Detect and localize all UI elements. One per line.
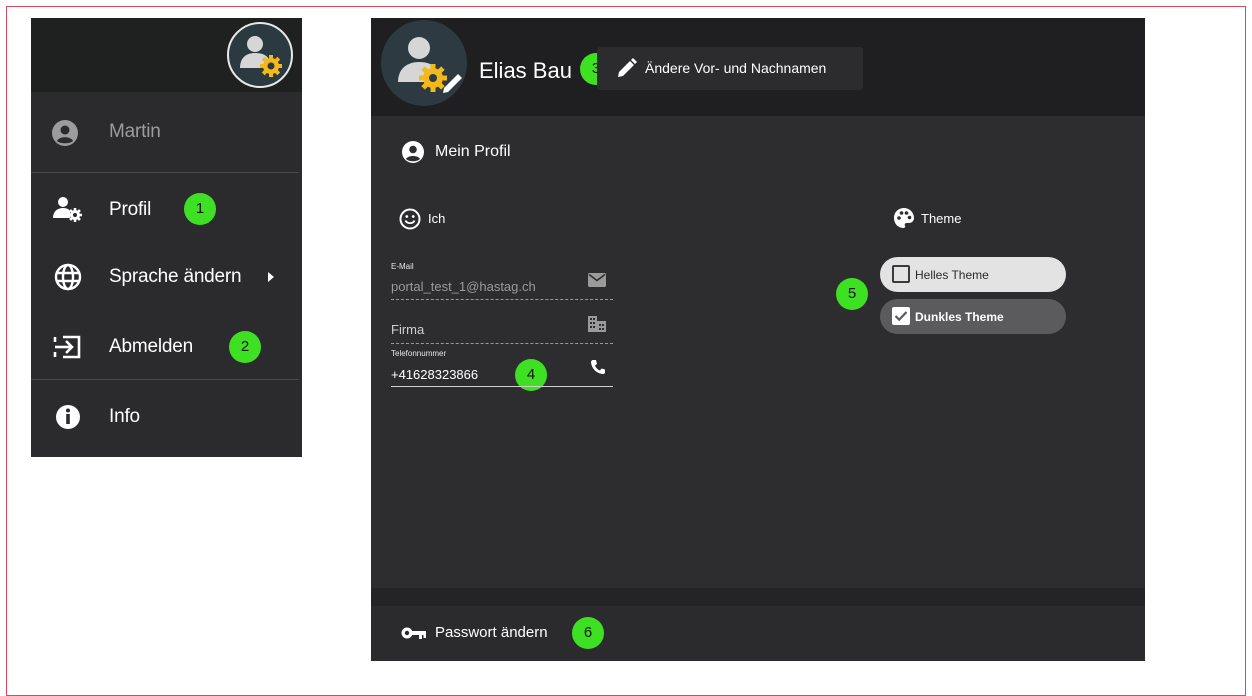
user-gear-avatar-icon bbox=[240, 36, 282, 77]
account-circle-icon bbox=[402, 141, 424, 163]
phone-underline bbox=[391, 386, 613, 387]
edit-name-button[interactable]: Ändere Vor- und Nachnamen bbox=[597, 47, 863, 90]
key-icon bbox=[401, 627, 426, 639]
profile-name: Elias Bau bbox=[479, 58, 572, 83]
account-circle-icon bbox=[52, 120, 78, 146]
info-icon bbox=[56, 405, 80, 429]
user-avatar-button[interactable] bbox=[227, 22, 293, 88]
profile-avatar[interactable] bbox=[381, 20, 467, 106]
email-value: portal_test_1@hastag.ch bbox=[391, 279, 536, 294]
email-label: E-Mail bbox=[391, 262, 414, 271]
menu-divider bbox=[31, 172, 299, 173]
smiley-icon bbox=[399, 208, 421, 230]
phone-icon bbox=[591, 360, 605, 374]
current-user-name: Martin bbox=[109, 121, 161, 142]
theme-option-label: Dunkles Theme bbox=[915, 310, 1004, 324]
profile-header: Elias Bau 3 Ändere Vor- und Nachnamen bbox=[371, 18, 1145, 116]
change-password-label: Passwort ändern bbox=[435, 624, 548, 641]
theme-option-label: Helles Theme bbox=[915, 268, 989, 282]
phone-label: Telefonnummer bbox=[391, 349, 447, 358]
building-icon bbox=[588, 316, 606, 332]
menu-item-label: Abmelden bbox=[109, 336, 193, 357]
change-password-row[interactable]: Passwort ändern 6 bbox=[371, 606, 1145, 661]
envelope-icon bbox=[588, 273, 606, 287]
menu-item-label: Sprache ändern bbox=[109, 266, 242, 287]
email-underline bbox=[391, 299, 613, 300]
theme-option-light[interactable]: Helles Theme bbox=[880, 257, 1066, 292]
company-placeholder: Firma bbox=[391, 322, 425, 337]
user-menu-panel: Martin Profil 1 Sprache ändern Abmelden … bbox=[31, 18, 302, 457]
phone-value: +41628323866 bbox=[391, 367, 479, 382]
menu-item-label: Profil bbox=[109, 199, 152, 220]
menu-item-info[interactable]: Info bbox=[31, 389, 302, 445]
company-underline bbox=[391, 343, 613, 344]
checkbox-unchecked-icon bbox=[892, 265, 910, 283]
profile-panel: Elias Bau 3 Ändere Vor- und Nachnamen Me… bbox=[371, 18, 1145, 661]
step-badge: 1 bbox=[184, 193, 216, 225]
pencil-icon bbox=[618, 58, 637, 77]
theme-option-dark[interactable]: Dunkles Theme bbox=[880, 299, 1066, 334]
menu-item-sprache-aendern[interactable]: Sprache ändern bbox=[31, 249, 302, 305]
user-gear-edit-icon bbox=[398, 37, 462, 93]
step-badge: 2 bbox=[229, 331, 261, 363]
section-title-mein-profil: Mein Profil bbox=[435, 143, 511, 160]
menu-divider bbox=[31, 379, 299, 380]
user-gear-icon bbox=[53, 197, 82, 222]
step-badge: 5 bbox=[836, 278, 868, 310]
checkbox-checked-icon bbox=[892, 307, 910, 325]
menu-header bbox=[31, 18, 302, 92]
menu-item-label: Info bbox=[109, 406, 140, 427]
step-badge: 6 bbox=[572, 617, 604, 649]
section-title-ich: Ich bbox=[428, 211, 446, 226]
menu-item-profil[interactable]: Profil 1 bbox=[31, 181, 302, 237]
section-title-theme: Theme bbox=[921, 211, 962, 226]
menu-item-abmelden[interactable]: Abmelden 2 bbox=[31, 319, 302, 375]
edit-name-label: Ändere Vor- und Nachnamen bbox=[645, 60, 827, 76]
current-user-row: Martin bbox=[31, 111, 302, 154]
globe-icon bbox=[54, 263, 82, 291]
logout-icon bbox=[53, 335, 81, 359]
chevron-right-icon bbox=[268, 272, 274, 282]
palette-icon bbox=[894, 208, 914, 228]
section-divider bbox=[371, 588, 1145, 606]
